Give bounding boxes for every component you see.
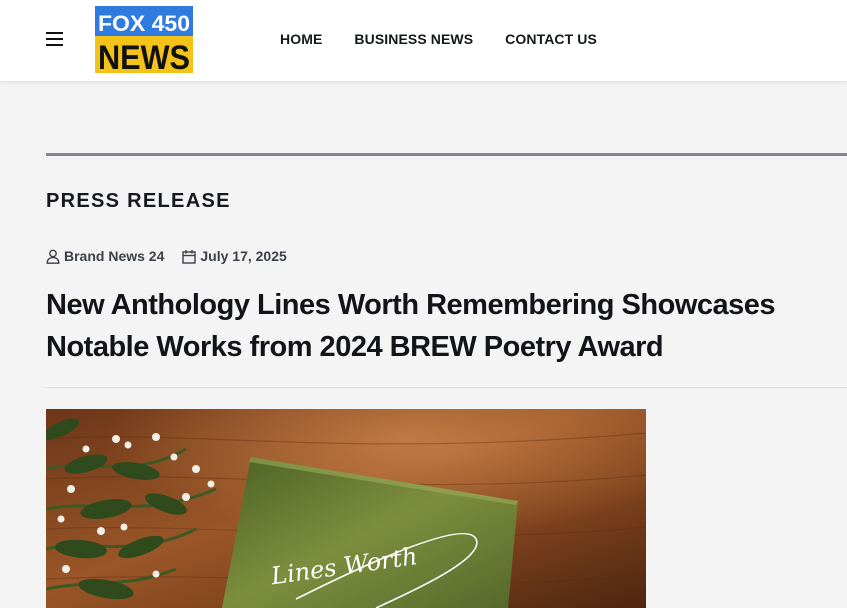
title-divider: [46, 387, 847, 388]
date-text: July 17, 2025: [200, 248, 287, 264]
author-link[interactable]: Brand News 24: [46, 248, 164, 264]
calendar-icon: [182, 249, 197, 264]
nav-home[interactable]: HOME: [280, 31, 322, 47]
menu-icon[interactable]: [44, 30, 66, 48]
article-title: New Anthology Lines Worth Remembering Sh…: [46, 289, 776, 363]
user-icon: [46, 249, 60, 264]
main-nav: HOME BUSINESS NEWS CONTACT US: [280, 31, 629, 47]
article-category: PRESS RELEASE: [46, 190, 231, 212]
article-hero-image[interactable]: Lines Worth: [46, 409, 646, 608]
logo-line1: FOX 450: [98, 11, 190, 36]
nav-business-news[interactable]: BUSINESS NEWS: [354, 31, 473, 47]
article-meta: Brand News 24 July 17, 2025: [46, 248, 287, 264]
site-header: FOX 450 NEWS HOME BUSINESS NEWS CONTACT …: [0, 0, 847, 81]
site-logo[interactable]: FOX 450 NEWS: [95, 6, 193, 73]
section-divider: [46, 153, 847, 156]
article-date: July 17, 2025: [182, 248, 287, 264]
nav-contact-us[interactable]: CONTACT US: [505, 31, 597, 47]
hero-illustration: Lines Worth: [46, 409, 646, 608]
logo-line2: NEWS: [98, 39, 190, 73]
author-name: Brand News 24: [64, 248, 165, 264]
